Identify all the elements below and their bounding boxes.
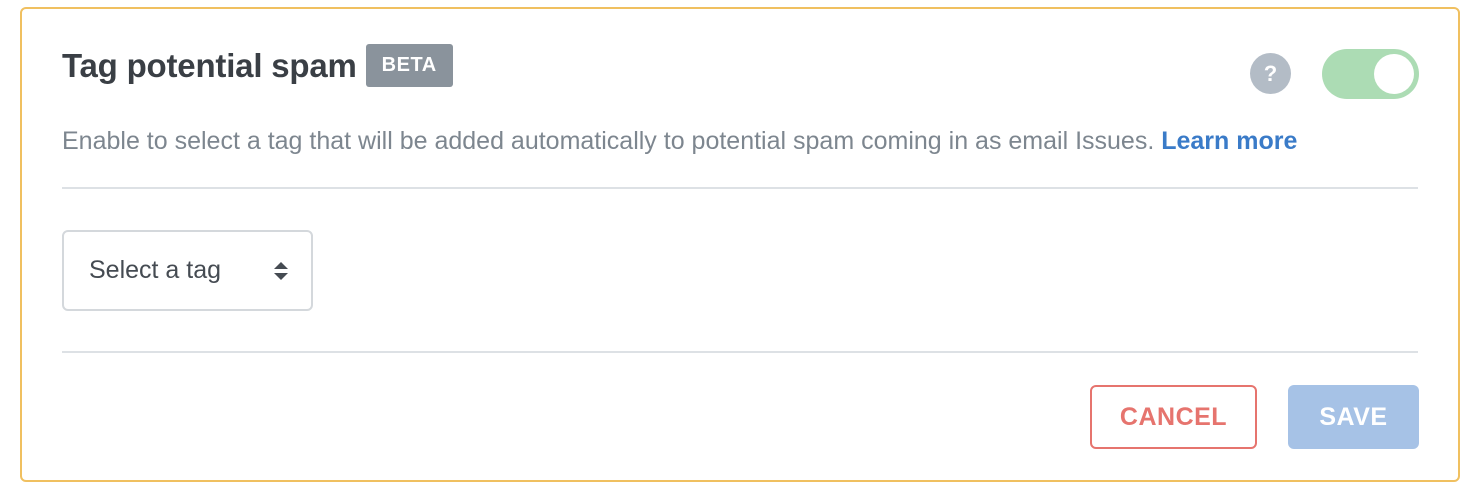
- card-title: Tag potential spam: [62, 46, 357, 84]
- feature-description: Enable to select a tag that will be adde…: [62, 127, 1297, 156]
- enable-toggle[interactable]: [1322, 49, 1419, 99]
- description-text: Enable to select a tag that will be adde…: [62, 127, 1162, 155]
- help-glyph: ?: [1263, 60, 1278, 86]
- save-button[interactable]: SAVE: [1288, 385, 1419, 449]
- toggle-knob: [1374, 54, 1414, 94]
- divider-top: [62, 187, 1418, 189]
- sort-arrows-icon: [274, 262, 288, 280]
- question-circle-icon[interactable]: ?: [1250, 53, 1291, 94]
- cancel-button[interactable]: CANCEL: [1090, 385, 1257, 449]
- learn-more-link[interactable]: Learn more: [1161, 127, 1297, 155]
- divider-bottom: [62, 351, 1418, 353]
- tag-select-dropdown[interactable]: Select a tag: [62, 230, 313, 311]
- card-header: Tag potential spam BETA: [62, 44, 453, 87]
- spam-tag-settings-card: Tag potential spam BETA ? Enable to sele…: [20, 7, 1460, 482]
- beta-badge: BETA: [365, 44, 453, 87]
- tag-select-value: Select a tag: [89, 256, 222, 284]
